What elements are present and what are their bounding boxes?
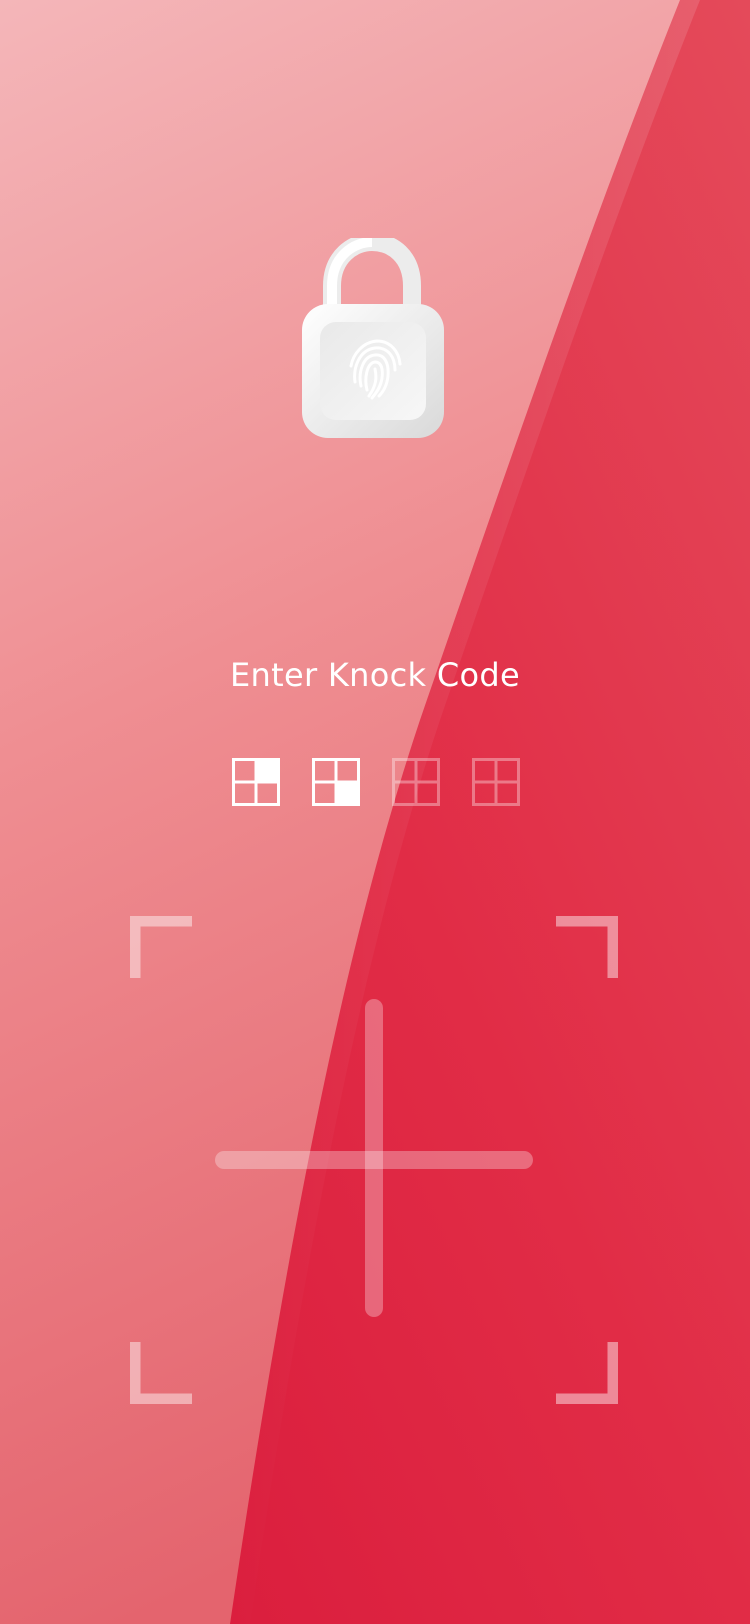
knock-progress-dot [232, 758, 280, 806]
page-title: Enter Knock Code [230, 656, 520, 694]
knock-pad-bottom-left[interactable] [130, 1160, 374, 1404]
knock-progress-dot [472, 758, 520, 806]
unlocked-padlock-fingerprint-icon [296, 232, 456, 448]
knock-progress [0, 758, 750, 806]
knock-progress-dot [392, 758, 440, 806]
knock-pad-top-left[interactable] [130, 916, 374, 1160]
knock-pad [130, 916, 618, 1404]
knock-progress-dot [312, 758, 360, 806]
knock-pad-top-right[interactable] [374, 916, 618, 1160]
knock-pad-bottom-right[interactable] [374, 1160, 618, 1404]
